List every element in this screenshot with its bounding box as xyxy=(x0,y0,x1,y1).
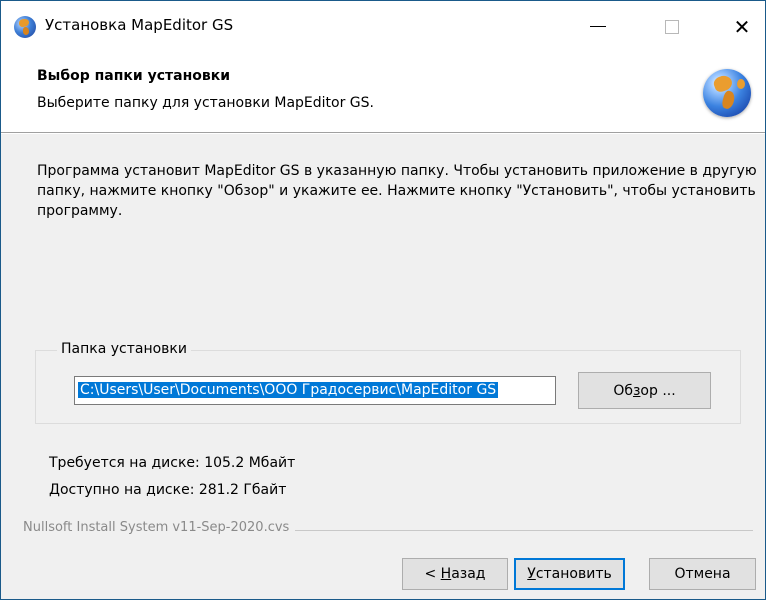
cancel-label: Отмена xyxy=(674,566,731,582)
disk-space-available: Доступно на диске: 281.2 Гбайт xyxy=(49,482,287,498)
close-icon: ✕ xyxy=(733,14,751,39)
app-globe-icon xyxy=(14,16,36,38)
page-title: Выбор папки установки xyxy=(37,68,231,84)
close-button[interactable]: ✕ xyxy=(719,1,765,52)
browse-label-rest: ор ... xyxy=(640,382,676,399)
back-button[interactable]: < Назад xyxy=(402,558,508,590)
minimize-button[interactable] xyxy=(575,1,621,52)
install-accesskey: У xyxy=(527,566,536,582)
back-accesskey: Н xyxy=(440,566,452,582)
browse-accesskey: з xyxy=(632,382,641,399)
browse-label-part: Об xyxy=(613,382,633,399)
minimize-icon xyxy=(590,26,606,27)
install-path-input[interactable]: C:\Users\User\Documents\ООО Градосервис\… xyxy=(74,376,556,405)
nsis-branding: Nullsoft Install System v11-Sep-2020.cvs xyxy=(23,520,296,535)
globe-icon xyxy=(703,69,751,117)
title-bar[interactable]: Установка MapEditor GS ✕ xyxy=(1,1,765,52)
browse-button[interactable]: Об з ор ... xyxy=(578,372,711,409)
maximize-icon xyxy=(665,19,679,34)
header-divider-highlight xyxy=(1,133,765,134)
window-title: Установка MapEditor GS xyxy=(45,16,234,34)
cancel-button[interactable]: Отмена xyxy=(649,558,756,590)
install-button[interactable]: Установить xyxy=(514,558,625,590)
instructions-text: Программа установит MapEditor GS в указа… xyxy=(37,163,757,219)
install-folder-legend: Папка установки xyxy=(57,341,191,357)
back-label-part: < xyxy=(424,566,441,582)
page-subtitle: Выберите папку для установки MapEditor G… xyxy=(37,95,374,111)
disk-space-required: Требуется на диске: 105.2 Мбайт xyxy=(49,455,296,471)
installer-window: Установка MapEditor GS ✕ Выбор папки уст… xyxy=(0,0,766,600)
page-header: Выбор папки установки Выберите папку для… xyxy=(1,52,765,132)
install-label-rest: становить xyxy=(535,566,612,582)
back-label-rest: азад xyxy=(451,566,486,582)
maximize-button xyxy=(649,1,695,52)
install-path-value: C:\Users\User\Documents\ООО Градосервис\… xyxy=(78,382,499,398)
